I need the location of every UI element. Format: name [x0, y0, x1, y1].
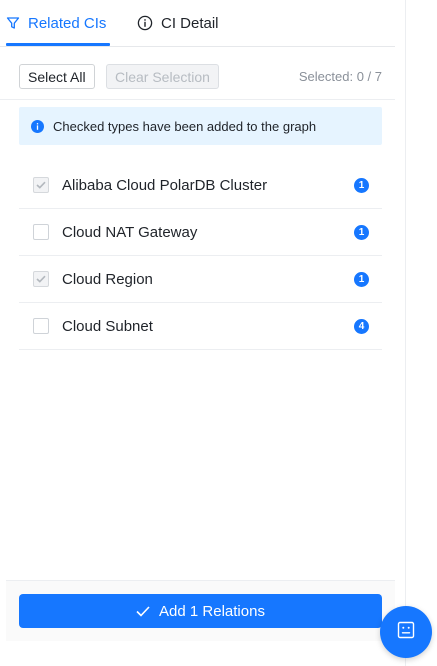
selected-count: Selected: 0 / 7: [298, 69, 382, 84]
type-label: Cloud Region: [62, 270, 153, 288]
tab-bar: Related CIs CI Detail: [0, 0, 395, 47]
check-icon: [136, 605, 150, 617]
selection-toolbar: Select All Clear Selection Selected: 0 /…: [0, 46, 395, 100]
check-icon: [36, 275, 46, 283]
list-item: Cloud Region 1: [19, 256, 382, 303]
ci-type-list: Alibaba Cloud PolarDB Cluster 1 Cloud NA…: [19, 162, 382, 350]
add-relations-label: Add 1 Relations: [159, 602, 265, 620]
add-relations-button[interactable]: Add 1 Relations: [19, 594, 382, 628]
type-label: Cloud Subnet: [62, 317, 153, 335]
related-cis-panel: Related CIs CI Detail Select All Clear S…: [0, 0, 437, 666]
info-circle-icon: [137, 15, 153, 31]
select-all-button[interactable]: Select All: [19, 64, 95, 89]
count-badge: 1: [354, 224, 369, 240]
list-item: Cloud Subnet 4: [19, 303, 382, 350]
info-icon: [31, 119, 44, 133]
clear-selection-button[interactable]: Clear Selection: [106, 64, 219, 89]
panel-edge: [405, 0, 406, 666]
assistant-fab-button[interactable]: [380, 606, 432, 658]
check-icon: [36, 181, 46, 189]
tab-related-cis-label: Related CIs: [28, 14, 107, 32]
count-badge: 1: [354, 271, 369, 287]
info-banner-text: Checked types have been added to the gra…: [53, 118, 317, 134]
type-checkbox[interactable]: [33, 224, 49, 240]
list-item: Cloud NAT Gateway 1: [19, 209, 382, 256]
type-checkbox[interactable]: [33, 177, 49, 193]
type-label: Cloud NAT Gateway: [62, 223, 198, 241]
assistant-icon: [397, 621, 415, 644]
type-checkbox[interactable]: [33, 318, 49, 334]
filter-icon: [6, 16, 20, 30]
info-banner: Checked types have been added to the gra…: [19, 107, 382, 145]
tab-related-cis[interactable]: Related CIs: [6, 0, 106, 46]
tab-ci-detail[interactable]: CI Detail: [137, 0, 219, 46]
tab-ci-detail-label: CI Detail: [161, 14, 219, 32]
type-checkbox[interactable]: [33, 271, 49, 287]
list-item: Alibaba Cloud PolarDB Cluster 1: [19, 162, 382, 209]
type-label: Alibaba Cloud PolarDB Cluster: [62, 176, 268, 194]
count-badge: 4: [354, 318, 369, 334]
count-badge: 1: [354, 177, 369, 193]
